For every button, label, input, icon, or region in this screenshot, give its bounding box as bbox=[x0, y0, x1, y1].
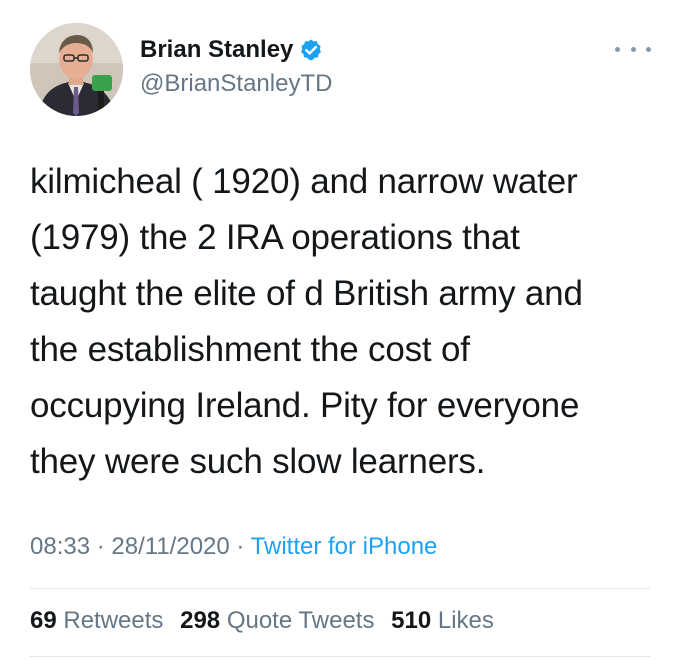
tweet-stats: 69 Retweets 298 Quote Tweets 510 Likes bbox=[30, 607, 504, 635]
more-dot bbox=[630, 46, 636, 52]
tweet-time[interactable]: 08:33 bbox=[30, 533, 90, 560]
tweet-text: kilmicheal ( 1920) and narrow water (197… bbox=[30, 162, 583, 481]
more-options-icon[interactable] bbox=[615, 40, 651, 58]
avatar[interactable] bbox=[30, 23, 123, 116]
tweet-date[interactable]: 28/11/2020 bbox=[111, 533, 229, 560]
tweet-source-link[interactable]: Twitter for iPhone bbox=[251, 533, 438, 560]
retweets-count: 69 bbox=[30, 607, 57, 634]
avatar-photo bbox=[30, 23, 123, 116]
meta-separator: · bbox=[96, 533, 105, 560]
likes-label: Likes bbox=[437, 607, 494, 634]
meta-separator: · bbox=[236, 533, 245, 560]
divider bbox=[30, 588, 650, 589]
display-name[interactable]: Brian Stanley bbox=[140, 36, 293, 64]
quote-tweets-stat[interactable]: 298 Quote Tweets bbox=[180, 607, 374, 634]
divider bbox=[30, 656, 650, 657]
more-dot bbox=[646, 46, 651, 52]
likes-count: 510 bbox=[391, 607, 432, 634]
retweets-label: Retweets bbox=[63, 607, 164, 634]
quote-tweets-label: Quote Tweets bbox=[226, 607, 375, 634]
verified-badge-icon bbox=[301, 39, 322, 61]
quote-tweets-count: 298 bbox=[180, 607, 221, 634]
tweet-meta: 08:33 · 28/11/2020 · Twitter for iPhone bbox=[30, 533, 437, 561]
likes-stat[interactable]: 510 Likes bbox=[391, 607, 494, 634]
retweets-stat[interactable]: 69 Retweets bbox=[30, 607, 163, 634]
author-name-row[interactable]: Brian Stanley bbox=[140, 33, 323, 67]
author-handle[interactable]: @BrianStanleyTD bbox=[140, 70, 332, 98]
more-dot bbox=[615, 46, 620, 52]
